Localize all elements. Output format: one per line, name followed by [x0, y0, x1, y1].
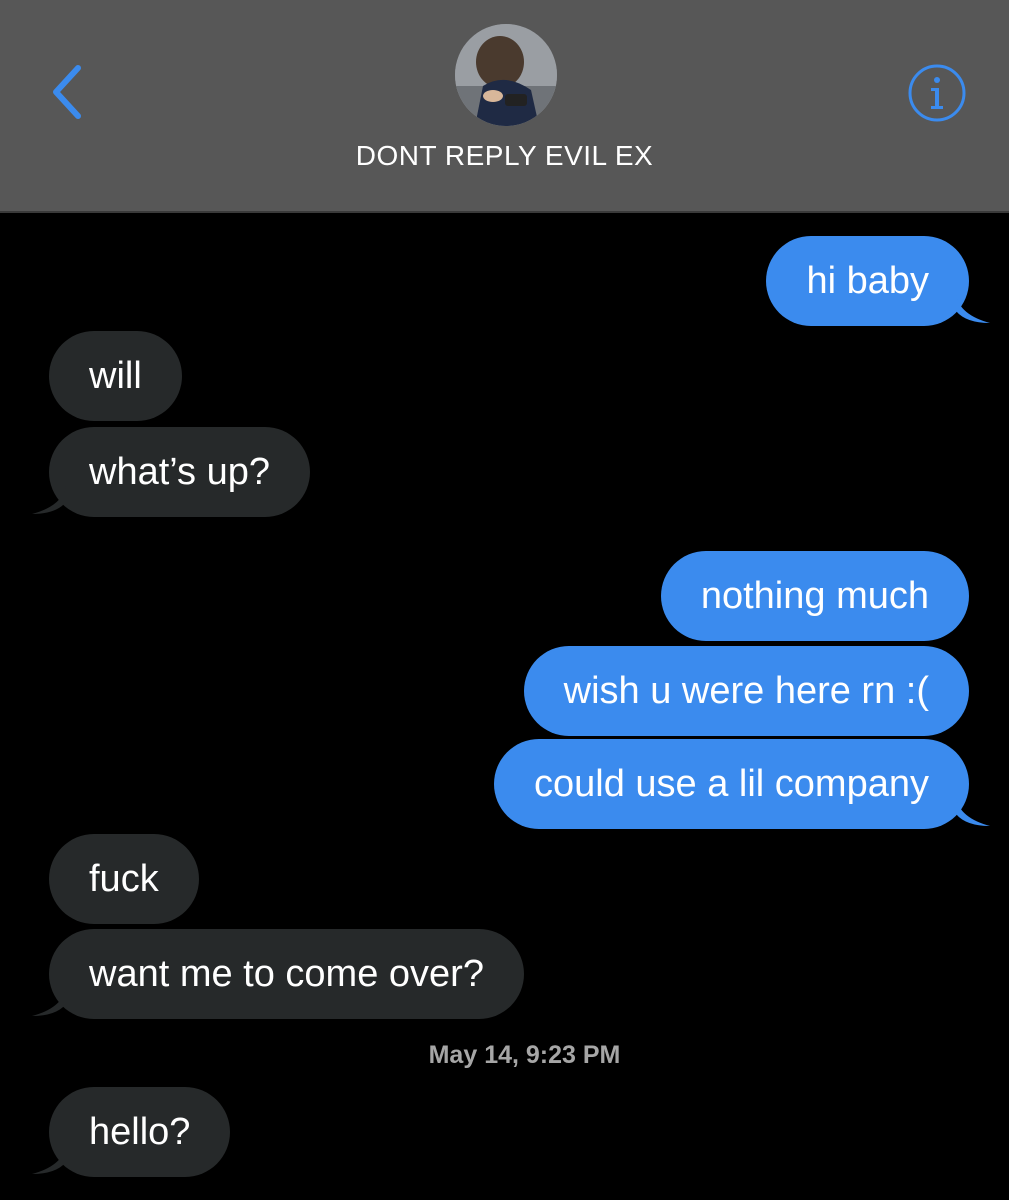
chevron-left-icon — [53, 65, 81, 119]
bubble-tail — [956, 295, 990, 323]
message-bubble-outgoing[interactable]: nothing much — [660, 551, 969, 641]
message-bubble-outgoing[interactable]: hi baby — [766, 236, 969, 326]
info-button[interactable] — [906, 62, 968, 124]
message-text: hi baby — [806, 260, 929, 302]
message-text: want me to come over? — [89, 953, 484, 995]
message-bubble-incoming[interactable]: want me to come over? — [49, 929, 524, 1019]
message-text: fuck — [89, 858, 159, 900]
bubble-tail — [32, 486, 66, 514]
avatar[interactable] — [455, 24, 557, 126]
message-bubble-incoming[interactable]: hello? — [49, 1087, 231, 1177]
message-bubble-outgoing[interactable]: could use a lil company — [494, 739, 969, 829]
message-bubble-incoming[interactable]: what’s up? — [49, 427, 310, 517]
message-thread[interactable]: hi baby will what’s up? nothing much wis… — [0, 215, 1009, 1200]
message-text: nothing much — [700, 575, 929, 617]
message-text: what’s up? — [89, 451, 270, 493]
conversation-header: DONT REPLY EVIL EX — [0, 0, 1009, 213]
bubble-tail — [32, 988, 66, 1016]
info-icon — [908, 64, 966, 122]
contact-photo — [455, 24, 557, 126]
bubble-tail — [32, 1146, 66, 1174]
message-text: wish u were here rn :( — [563, 670, 929, 712]
bubble-tail — [956, 798, 990, 826]
back-button[interactable] — [44, 60, 92, 124]
timestamp: May 14, 9:23 PM — [428, 1041, 621, 1069]
message-text: could use a lil company — [534, 763, 929, 805]
message-text: hello? — [89, 1111, 191, 1153]
message-bubble-outgoing[interactable]: wish u were here rn :( — [523, 646, 969, 736]
message-bubble-incoming[interactable]: will — [49, 331, 182, 421]
message-text: will — [89, 355, 142, 397]
contact-name[interactable]: DONT REPLY EVIL EX — [0, 140, 1009, 172]
message-bubble-incoming[interactable]: fuck — [49, 834, 199, 924]
